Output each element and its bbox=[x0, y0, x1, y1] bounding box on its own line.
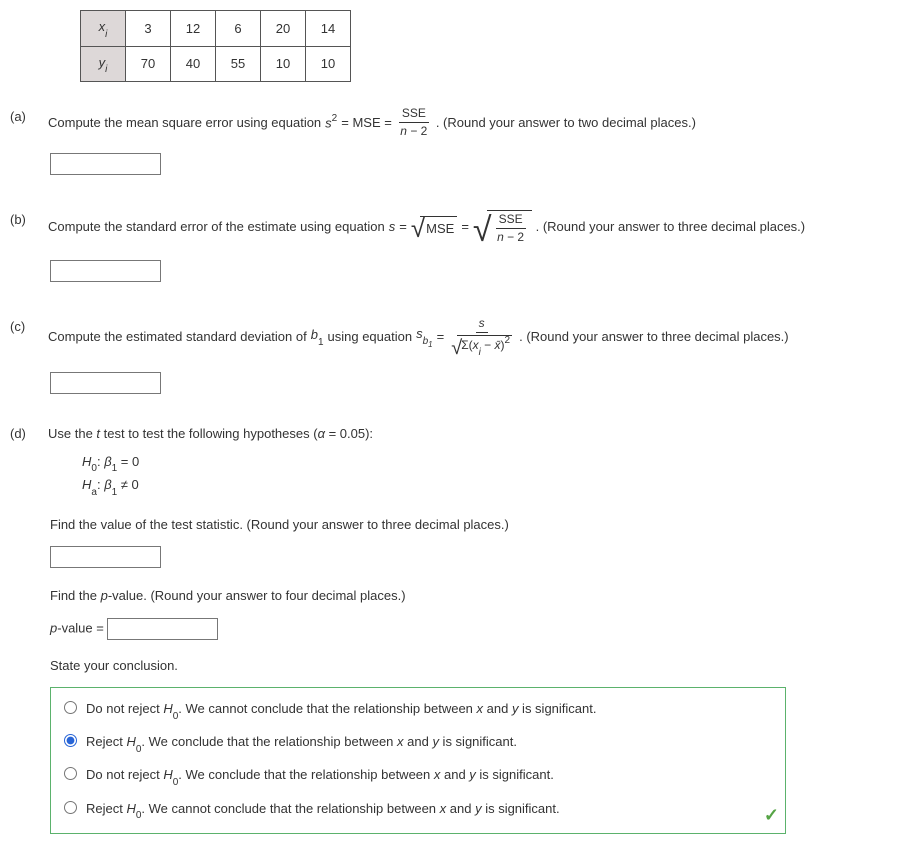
conclusion-option-2[interactable]: Reject H0. We conclude that the relation… bbox=[55, 727, 777, 760]
radio-option-4[interactable] bbox=[64, 801, 77, 814]
answer-input-a[interactable] bbox=[50, 153, 161, 175]
part-label: (d) bbox=[10, 424, 38, 444]
y-cell: 40 bbox=[171, 46, 216, 82]
part-c: (c) Compute the estimated standard devia… bbox=[10, 317, 904, 356]
part-label: (a) bbox=[10, 107, 38, 127]
radio-option-3[interactable] bbox=[64, 767, 77, 780]
conclusion-options: Do not reject H0. We cannot conclude tha… bbox=[50, 687, 786, 833]
radio-option-1[interactable] bbox=[64, 701, 77, 714]
x-cell: 20 bbox=[261, 11, 306, 47]
part-a-question: Compute the mean square error using equa… bbox=[48, 107, 904, 137]
fraction: SSE n − 2 bbox=[399, 107, 429, 137]
x-cell: 12 bbox=[171, 11, 216, 47]
x-cell: 3 bbox=[126, 11, 171, 47]
sqrt: √ SSE n − 2 bbox=[473, 210, 532, 243]
fraction: s √ Σ(xi − x̄)2 bbox=[451, 317, 512, 356]
answer-input-p-value[interactable] bbox=[107, 618, 218, 640]
find-p-value-text: Find the p-value. (Round your answer to … bbox=[50, 586, 904, 606]
table-row: xi 3 12 6 20 14 bbox=[81, 11, 351, 47]
part-c-question: Compute the estimated standard deviation… bbox=[48, 317, 904, 356]
y-cell: 70 bbox=[126, 46, 171, 82]
x-cell: 14 bbox=[306, 11, 351, 47]
answer-input-b[interactable] bbox=[50, 260, 161, 282]
radio-option-2[interactable] bbox=[64, 734, 77, 747]
part-label: (c) bbox=[10, 317, 38, 337]
table-row: yi 70 40 55 10 10 bbox=[81, 46, 351, 82]
find-test-statistic: Find the value of the test statistic. (R… bbox=[50, 515, 904, 535]
y-header: yi bbox=[81, 46, 126, 82]
part-b: (b) Compute the standard error of the es… bbox=[10, 210, 904, 243]
answer-input-test-stat[interactable] bbox=[50, 546, 161, 568]
conclusion-option-4[interactable]: Reject H0. We cannot conclude that the r… bbox=[55, 794, 777, 827]
answer-input-c[interactable] bbox=[50, 372, 161, 394]
p-value-row: p-value = bbox=[50, 618, 904, 640]
x-cell: 6 bbox=[216, 11, 261, 47]
part-a: (a) Compute the mean square error using … bbox=[10, 107, 904, 137]
check-icon: ✓ bbox=[764, 802, 779, 829]
conclusion-option-1[interactable]: Do not reject H0. We cannot conclude tha… bbox=[55, 694, 777, 727]
y-cell: 55 bbox=[216, 46, 261, 82]
y-cell: 10 bbox=[261, 46, 306, 82]
sqrt: √ MSE bbox=[411, 216, 457, 239]
part-label: (b) bbox=[10, 210, 38, 230]
y-cell: 10 bbox=[306, 46, 351, 82]
conclusion-option-3[interactable]: Do not reject H0. We conclude that the r… bbox=[55, 760, 777, 793]
state-conclusion: State your conclusion. bbox=[50, 656, 904, 676]
hypotheses: H0: β1 = 0 Ha: β1 ≠ 0 bbox=[82, 452, 904, 499]
data-table: xi 3 12 6 20 14 yi 70 40 55 10 10 bbox=[80, 10, 351, 82]
part-d-question: Use the t test to test the following hyp… bbox=[48, 424, 904, 444]
part-b-question: Compute the standard error of the estima… bbox=[48, 210, 904, 243]
part-d: (d) Use the t test to test the following… bbox=[10, 424, 904, 444]
x-header: xi bbox=[81, 11, 126, 47]
